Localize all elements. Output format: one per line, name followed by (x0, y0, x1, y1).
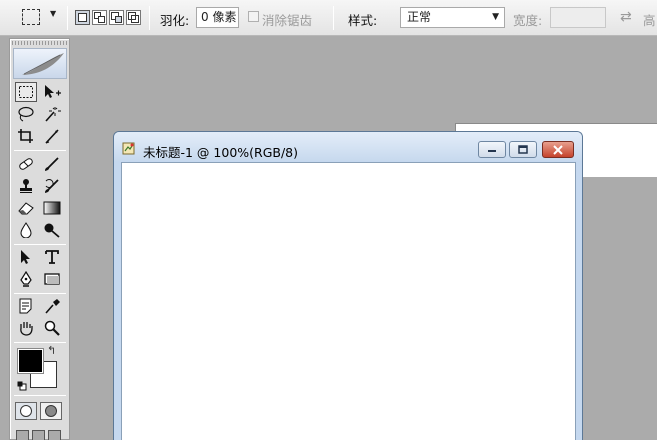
feather-logo-icon[interactable] (13, 48, 67, 79)
toolbox-grip[interactable] (12, 41, 67, 45)
zoom-icon[interactable] (41, 318, 63, 338)
chevron-down-icon: ▼ (492, 12, 499, 22)
rect-marquee-icon[interactable] (15, 82, 37, 102)
lasso-icon[interactable] (15, 104, 37, 124)
tool-preset-dropdown-icon[interactable]: ▼ (50, 9, 56, 18)
standard-mode-button[interactable] (15, 402, 37, 420)
feather-label: 羽化: (160, 13, 190, 28)
default-colors-icon[interactable] (17, 380, 27, 391)
screen-mode-full-icon[interactable] (48, 430, 61, 440)
magic-wand-icon[interactable] (41, 104, 63, 124)
document-window: 未标题-1 @ 100%(RGB/8) (113, 131, 583, 440)
maximize-icon[interactable] (509, 141, 537, 158)
type-icon[interactable] (41, 247, 63, 267)
width-label: 宽度: (513, 13, 543, 28)
brush-icon[interactable] (41, 154, 63, 174)
style-label: 样式: (348, 13, 378, 28)
options-bar: ▼ 羽化: 0 像素 消除锯齿 样式: 正常 ▼ 宽度: ⇄ 高 (0, 0, 657, 36)
dodge-icon[interactable] (41, 220, 63, 240)
slice-icon[interactable] (41, 126, 63, 146)
new-selection-icon[interactable] (75, 10, 90, 25)
rectangle-shape-icon[interactable] (41, 269, 63, 289)
intersect-selection-icon[interactable] (126, 10, 141, 25)
crop-icon[interactable] (15, 126, 37, 146)
healing-brush-icon[interactable] (15, 154, 37, 174)
canvas[interactable] (121, 162, 576, 440)
rect-marquee-icon[interactable] (22, 9, 40, 25)
gradient-icon[interactable] (41, 198, 63, 218)
hand-icon[interactable] (15, 318, 37, 338)
close-icon[interactable] (542, 141, 574, 158)
add-to-selection-icon[interactable] (92, 10, 107, 25)
style-select[interactable]: 正常 ▼ (400, 7, 505, 28)
toolbox: ↰ (9, 38, 70, 440)
document-title: 未标题-1 @ 100%(RGB/8) (143, 145, 299, 160)
document-titlebar[interactable]: 未标题-1 @ 100%(RGB/8) (114, 132, 582, 161)
separator (149, 6, 150, 30)
height-label: 高 (643, 13, 656, 28)
subtract-selection-icon[interactable] (109, 10, 124, 25)
separator (67, 6, 68, 30)
pen-icon[interactable] (15, 269, 37, 289)
history-brush-icon[interactable] (41, 176, 63, 196)
feather-input[interactable]: 0 像素 (196, 7, 239, 28)
path-selection-icon[interactable] (15, 247, 37, 267)
clone-stamp-icon[interactable] (15, 176, 37, 196)
antialias-checkbox[interactable] (248, 11, 259, 22)
swap-colors-icon[interactable]: ↰ (47, 344, 56, 357)
eraser-icon[interactable] (15, 198, 37, 218)
swap-dimensions-icon[interactable]: ⇄ (620, 9, 632, 25)
foreground-color-swatch[interactable] (17, 348, 44, 374)
document-icon (122, 141, 136, 155)
separator (333, 6, 334, 30)
screen-mode-standard-icon[interactable] (16, 430, 29, 440)
minimize-icon[interactable] (478, 141, 506, 158)
move-icon[interactable] (41, 82, 63, 102)
blur-icon[interactable] (15, 220, 37, 240)
screen-mode-full-menu-icon[interactable] (32, 430, 45, 440)
quick-mask-button[interactable] (40, 402, 62, 420)
style-value: 正常 (407, 10, 432, 24)
eyedropper-icon[interactable] (41, 296, 63, 316)
antialias-label: 消除锯齿 (262, 13, 313, 28)
width-input[interactable] (550, 7, 606, 28)
notes-icon[interactable] (15, 296, 37, 316)
